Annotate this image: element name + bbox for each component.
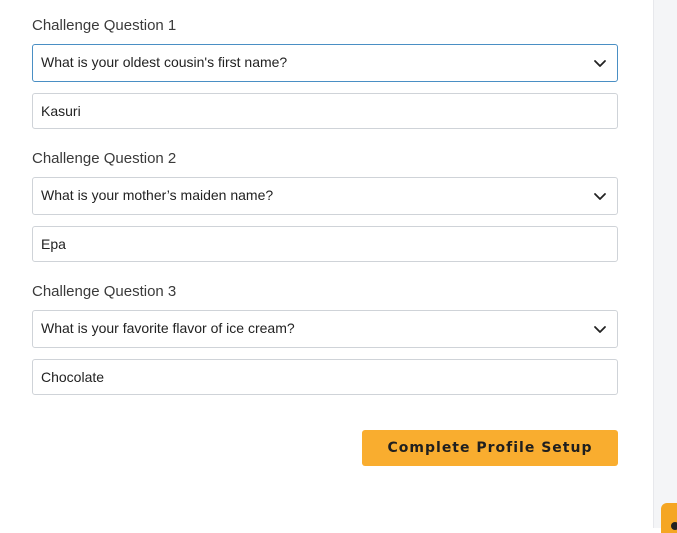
help-widget-icon <box>671 522 677 530</box>
challenge-question-1-select[interactable]: What is your oldest cousin's first name? <box>32 44 618 82</box>
challenge-answer-1-input[interactable] <box>32 93 618 129</box>
challenge-answer-2-input[interactable] <box>32 226 618 262</box>
challenge-question-1-label: Challenge Question 1 <box>32 17 177 34</box>
chevron-down-icon <box>594 326 606 333</box>
challenge-question-1-selected: What is your oldest cousin's first name? <box>41 54 288 70</box>
challenge-question-3-selected: What is your favorite flavor of ice crea… <box>41 320 295 336</box>
challenge-question-2-label: Challenge Question 2 <box>32 150 177 167</box>
challenge-answer-3-input[interactable] <box>32 359 618 395</box>
help-widget-button[interactable] <box>661 503 677 533</box>
chevron-down-icon <box>594 60 606 67</box>
right-side-panel <box>653 0 677 528</box>
complete-profile-setup-button[interactable]: Complete Profile Setup <box>362 430 618 466</box>
challenge-question-3-label: Challenge Question 3 <box>32 283 177 300</box>
challenge-question-2-select[interactable]: What is your mother’s maiden name? <box>32 177 618 215</box>
chevron-down-icon <box>594 193 606 200</box>
challenge-question-2-selected: What is your mother’s maiden name? <box>41 187 274 203</box>
challenge-question-3-select[interactable]: What is your favorite flavor of ice crea… <box>32 310 618 348</box>
